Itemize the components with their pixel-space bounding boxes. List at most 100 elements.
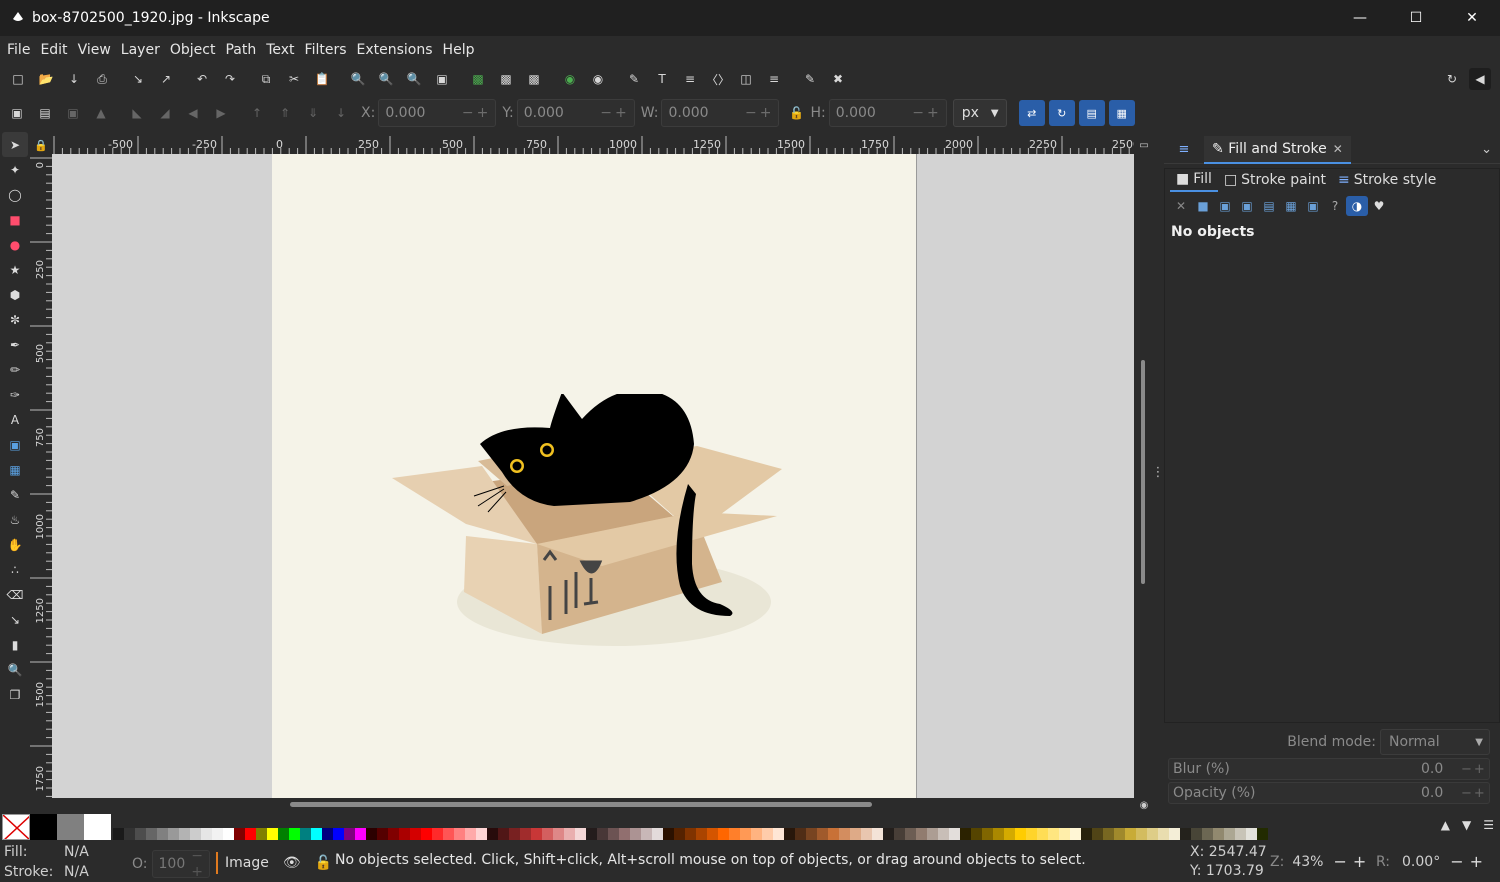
color-swatch[interactable] (157, 828, 168, 840)
color-swatch[interactable] (84, 814, 111, 840)
y-field[interactable]: Y: 0.000 −+ (502, 99, 635, 127)
color-swatch[interactable] (586, 828, 597, 840)
text-tool-icon[interactable]: A (2, 407, 28, 432)
blur-slider[interactable]: Blur (%) 0.0 −+ (1168, 758, 1490, 780)
raise-top-icon[interactable]: ↑ (246, 102, 268, 124)
blend-mode-select[interactable]: Normal ▼ (1380, 729, 1490, 755)
color-swatch[interactable] (1037, 828, 1048, 840)
deselect-icon[interactable]: ▣ (62, 102, 84, 124)
color-swatch[interactable] (30, 814, 57, 840)
color-swatch[interactable] (839, 828, 850, 840)
color-swatch[interactable] (685, 828, 696, 840)
layers-dock-icon[interactable]: ≡ (1164, 136, 1204, 164)
shape-builder-tool-icon[interactable]: ◯ (2, 182, 28, 207)
dropper-tool-icon[interactable]: ✎ (2, 482, 28, 507)
lower-bottom-icon[interactable]: ↓ (330, 102, 352, 124)
unit-select[interactable]: px ▼ (952, 99, 1007, 127)
zoom-drawing-icon[interactable]: 🔍 (375, 68, 397, 90)
color-swatch[interactable] (377, 828, 388, 840)
color-swatch[interactable] (1235, 828, 1246, 840)
color-swatch[interactable] (1147, 828, 1158, 840)
color-swatch[interactable] (718, 828, 729, 840)
color-swatch[interactable] (355, 828, 366, 840)
color-swatch[interactable] (267, 828, 278, 840)
color-swatch[interactable] (421, 828, 432, 840)
pattern-icon[interactable]: ▦ (1280, 196, 1302, 216)
color-swatch[interactable] (1092, 828, 1103, 840)
opacity-stepper[interactable]: −+ (1461, 786, 1487, 801)
color-swatch[interactable] (57, 814, 84, 840)
close-icon[interactable]: ✕ (1444, 0, 1500, 36)
color-swatch[interactable] (1191, 828, 1202, 840)
tab-stroke-paint[interactable]: □ Stroke paint (1218, 168, 1332, 192)
tab-stroke-style[interactable]: ≡ Stroke style (1332, 168, 1442, 192)
color-swatch[interactable] (1224, 828, 1235, 840)
pencil-tool-icon[interactable]: ✏ (2, 357, 28, 382)
color-swatch[interactable] (124, 828, 135, 840)
rotation-input[interactable]: 0.00° (1402, 854, 1440, 870)
raise-icon[interactable]: ⇑ (274, 102, 296, 124)
color-swatch[interactable] (652, 828, 663, 840)
menu-filters[interactable]: Filters (300, 42, 352, 58)
color-swatch[interactable] (168, 828, 179, 840)
calligraphy-tool-icon[interactable]: ✑ (2, 382, 28, 407)
x-field[interactable]: X: 0.000 −+ (361, 99, 497, 127)
export-icon[interactable]: ↗ (155, 68, 177, 90)
blur-stepper[interactable]: −+ (1461, 762, 1487, 777)
color-swatch[interactable] (1015, 828, 1026, 840)
node-tool-icon[interactable]: ✦ (2, 157, 28, 182)
color-swatch[interactable] (1026, 828, 1037, 840)
eraser-tool-icon[interactable]: ⌫ (2, 582, 28, 607)
color-swatch[interactable] (1246, 828, 1257, 840)
tab-fill[interactable]: ■ Fill (1170, 168, 1218, 192)
color-manage-icon[interactable]: ◉ (1136, 798, 1152, 812)
opacity-input[interactable]: 100 −+ (151, 848, 210, 880)
color-swatch[interactable] (707, 828, 718, 840)
radial-gradient-icon[interactable]: ▣ (1236, 196, 1258, 216)
color-swatch[interactable] (1158, 828, 1169, 840)
color-swatch[interactable] (938, 828, 949, 840)
color-swatch[interactable] (256, 828, 267, 840)
paint-bucket-tool-icon[interactable]: ♨ (2, 507, 28, 532)
palette-menu-icon[interactable]: ☰ (1483, 818, 1494, 832)
linear-gradient-icon[interactable]: ▣ (1214, 196, 1236, 216)
cut-icon[interactable]: ✂ (283, 68, 305, 90)
save-icon[interactable]: ↓ (63, 68, 85, 90)
xml-editor-icon[interactable]: 〈〉 (706, 68, 730, 90)
rotate-90-icon[interactable]: ▲ (90, 102, 112, 124)
color-swatch[interactable] (322, 828, 333, 840)
color-swatch[interactable] (1136, 828, 1147, 840)
fill-evenodd-icon[interactable]: ◑ (1346, 196, 1368, 216)
menu-help[interactable]: Help (438, 42, 480, 58)
zoom-stepper[interactable]: −+ (1333, 852, 1372, 871)
guide-lock-icon[interactable]: 🔒 (30, 136, 52, 154)
ungroup-icon[interactable]: ◉ (587, 68, 609, 90)
color-swatch[interactable] (817, 828, 828, 840)
redo-icon[interactable]: ↷ (219, 68, 241, 90)
menu-layer[interactable]: Layer (116, 42, 165, 58)
box3d-tool-icon[interactable]: ⬢ (2, 282, 28, 307)
color-swatch[interactable] (366, 828, 377, 840)
color-swatch[interactable] (883, 828, 894, 840)
rotate-ccw-icon[interactable]: ◣ (126, 102, 148, 124)
color-swatch[interactable] (509, 828, 520, 840)
color-swatch[interactable] (300, 828, 311, 840)
rotation-stepper[interactable]: −+ (1450, 852, 1489, 871)
color-swatch[interactable] (1103, 828, 1114, 840)
color-swatch[interactable] (146, 828, 157, 840)
close-tab-icon[interactable]: ✕ (1333, 142, 1343, 156)
color-swatch[interactable] (333, 828, 344, 840)
color-swatch[interactable] (1202, 828, 1213, 840)
opacity-value[interactable]: 0.0 (1421, 785, 1461, 801)
maximize-icon[interactable]: ☐ (1388, 0, 1444, 36)
color-swatch[interactable] (806, 828, 817, 840)
color-swatch[interactable] (993, 828, 1004, 840)
stroke-value[interactable]: N/A (64, 862, 89, 882)
color-swatch[interactable] (179, 828, 190, 840)
color-swatch[interactable] (1180, 828, 1191, 840)
zoom-tool-icon[interactable]: 🔍 (2, 657, 28, 682)
color-swatch[interactable] (212, 828, 223, 840)
menu-text[interactable]: Text (261, 42, 299, 58)
color-swatch[interactable] (861, 828, 872, 840)
color-swatch[interactable] (190, 828, 201, 840)
